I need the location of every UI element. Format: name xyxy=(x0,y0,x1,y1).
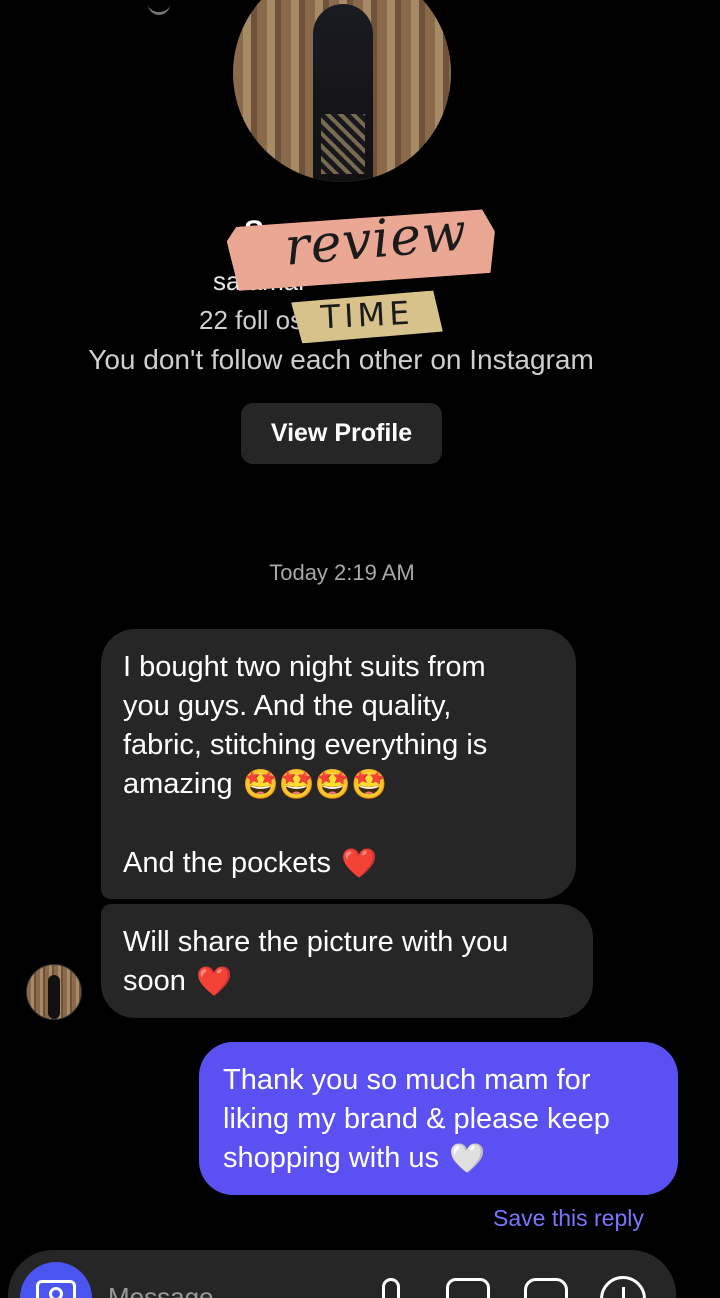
microphone-icon[interactable] xyxy=(382,1278,400,1298)
back-arrow-icon[interactable] xyxy=(148,0,170,15)
message-line-with-emoji: And the pockets ❤️ xyxy=(123,844,554,884)
message-line-with-emoji: shopping with us 🤍 xyxy=(223,1139,654,1179)
gallery-icon[interactable] xyxy=(446,1278,490,1298)
star-struck-emoji-icon: 🤩🤩🤩🤩 xyxy=(242,768,388,801)
message-line-with-emoji: soon ❤️ xyxy=(123,962,571,1002)
message-line: you guys. And the quality, xyxy=(123,690,452,722)
incoming-message[interactable]: Will share the picture with you soon ❤️ xyxy=(101,904,593,1018)
sticker-word-time: TIME xyxy=(319,293,415,337)
camera-icon xyxy=(36,1280,76,1298)
save-this-reply-link[interactable]: Save this reply xyxy=(493,1205,644,1232)
red-heart-emoji-icon: ❤️ xyxy=(195,965,233,998)
sender-avatar[interactable] xyxy=(26,964,82,1020)
message-line: fabric, stitching everything is xyxy=(123,729,488,761)
avatar-figure xyxy=(313,4,373,182)
message-line: Thank you so much mam for xyxy=(223,1064,591,1096)
message-line: Will share the picture with you xyxy=(123,926,509,958)
profile-avatar[interactable] xyxy=(233,0,451,182)
dm-thread-screen: Sa sa amai 22 foll ost You don't follow … xyxy=(0,0,720,1298)
message-input[interactable]: Message... xyxy=(108,1282,235,1298)
red-heart-emoji-icon: ❤️ xyxy=(341,847,378,880)
message-line: I bought two night suits from xyxy=(123,651,486,683)
message-line: liking my brand & please keep xyxy=(223,1103,610,1135)
message-line: soon xyxy=(123,965,186,997)
incoming-message[interactable]: I bought two night suits from you guys. … xyxy=(101,629,576,899)
message-line: amazing xyxy=(123,768,233,800)
white-heart-emoji-icon: 🤍 xyxy=(449,1142,486,1175)
message-line: And the pockets xyxy=(123,846,331,879)
review-time-sticker: review TIME xyxy=(222,202,502,360)
message-line: shopping with us xyxy=(223,1142,440,1174)
message-timestamp: Today 2:19 AM xyxy=(269,560,415,585)
message-line-with-emoji: amazing 🤩🤩🤩🤩 xyxy=(123,765,554,805)
view-profile-button[interactable]: View Profile xyxy=(241,403,442,464)
sticker-icon[interactable] xyxy=(524,1278,568,1298)
outgoing-message[interactable]: Thank you so much mam for liking my bran… xyxy=(199,1042,678,1195)
